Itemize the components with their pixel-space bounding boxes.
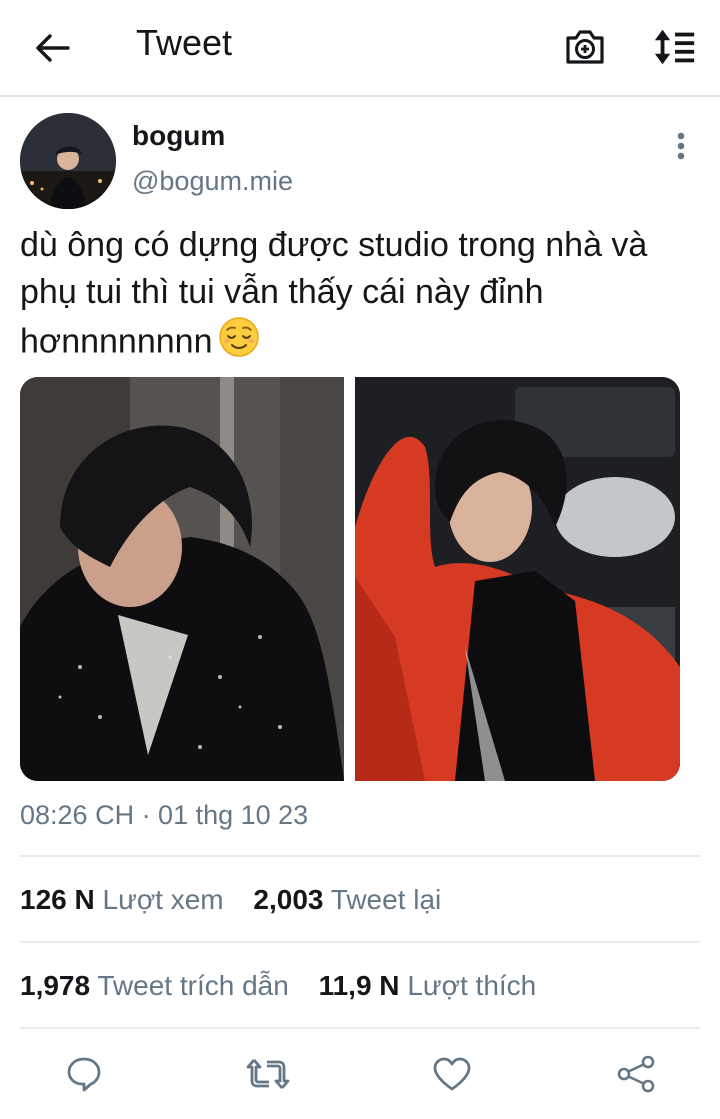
relieved-face-emoji (218, 316, 260, 371)
back-arrow-icon[interactable] (30, 26, 74, 70)
stats-row-2: 1,978 Tweet trích dẫn 11,9 N Lượt thích (20, 970, 536, 1002)
divider (20, 1027, 700, 1029)
likes-count: 11,9 N (318, 970, 400, 1001)
views-label: Lượt xem (102, 884, 224, 915)
tweet-text: dù ông có dựng được studio trong nhà và … (20, 222, 710, 371)
like-icon[interactable] (430, 1052, 474, 1096)
retweets-label: Tweet lại (330, 884, 442, 915)
quotes-label: Tweet trích dẫn (97, 970, 289, 1001)
tweet-timestamp[interactable]: 08:26 CH · 01 thg 10 23 (20, 800, 308, 831)
likes-stat[interactable]: 11,9 N Lượt thích (319, 970, 537, 1001)
share-icon[interactable] (614, 1052, 658, 1096)
author-handle[interactable]: @bogum.mie (132, 166, 293, 197)
divider (20, 941, 700, 943)
page-title: Tweet (136, 22, 233, 63)
avatar[interactable] (20, 113, 116, 209)
reply-icon[interactable] (62, 1052, 106, 1096)
tweet-text-content: dù ông có dựng được studio trong nhà và … (20, 226, 657, 361)
retweets-stat[interactable]: 2,003 Tweet lại (253, 884, 441, 915)
sort-icon[interactable] (652, 24, 698, 70)
quotes-count: 1,978 (20, 970, 91, 1001)
quotes-stat[interactable]: 1,978 Tweet trích dẫn (20, 970, 289, 1001)
action-bar (0, 1044, 720, 1104)
views-stat[interactable]: 126 N Lượt xem (20, 884, 224, 915)
stats-row-1: 126 N Lượt xem 2,003 Tweet lại (20, 884, 441, 916)
more-options-icon[interactable] (664, 126, 698, 166)
likes-label: Lượt thích (407, 970, 537, 1001)
views-count: 126 N (20, 884, 95, 915)
retweets-count: 2,003 (253, 884, 324, 915)
author-name[interactable]: bogum (132, 120, 225, 152)
tweet-photo-2[interactable] (355, 377, 680, 781)
retweet-icon[interactable] (246, 1052, 290, 1096)
camera-add-icon[interactable] (562, 24, 608, 70)
top-bar: Tweet (0, 0, 720, 97)
tweet-photo-1[interactable] (20, 377, 344, 781)
divider (20, 855, 700, 857)
